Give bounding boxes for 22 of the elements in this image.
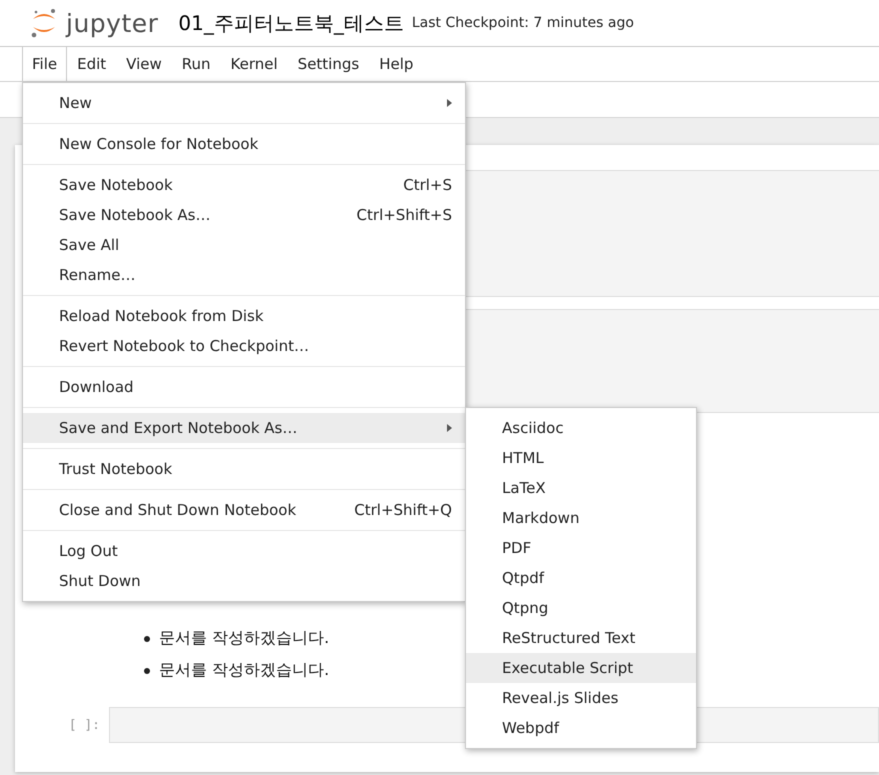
menu-item-label: Save Notebook As… (59, 206, 212, 224)
menu-item-label: New Console for Notebook (59, 135, 260, 153)
shortcut-text: Ctrl+Shift+S (356, 206, 452, 224)
cell-prompt: [ ]: (68, 718, 101, 732)
checkpoint-status: Last Checkpoint: 7 minutes ago (412, 15, 634, 31)
shortcut-text: Ctrl+Shift+Q (354, 501, 452, 519)
menu-item-label: Trust Notebook (59, 460, 174, 478)
menu-item-label: Reload Notebook from Disk (59, 307, 265, 325)
menu-item-label: Save and Export Notebook As… (59, 419, 298, 437)
shortcut-text: Ctrl+S (403, 176, 452, 194)
menu-item-label: New (59, 94, 93, 112)
menu-item-label: Download (59, 378, 135, 396)
menu-item-label: Close and Shut Down Notebook (59, 501, 298, 519)
bullet-text: 문서를 작성하겠습니다. (159, 660, 330, 681)
menu-item-label: Revert Notebook to Checkpoint… (59, 337, 310, 355)
menu-item-label: Save Notebook (59, 176, 174, 194)
logo-text: jupyter (66, 8, 158, 38)
menu-item-label: Rename… (59, 266, 137, 284)
menu-item-label: Shut Down (59, 572, 142, 590)
menu-item-label: Save All (59, 236, 120, 254)
bullet-text: 문서를 작성하겠습니다. (159, 628, 330, 649)
menu-item-label: Log Out (59, 542, 119, 560)
